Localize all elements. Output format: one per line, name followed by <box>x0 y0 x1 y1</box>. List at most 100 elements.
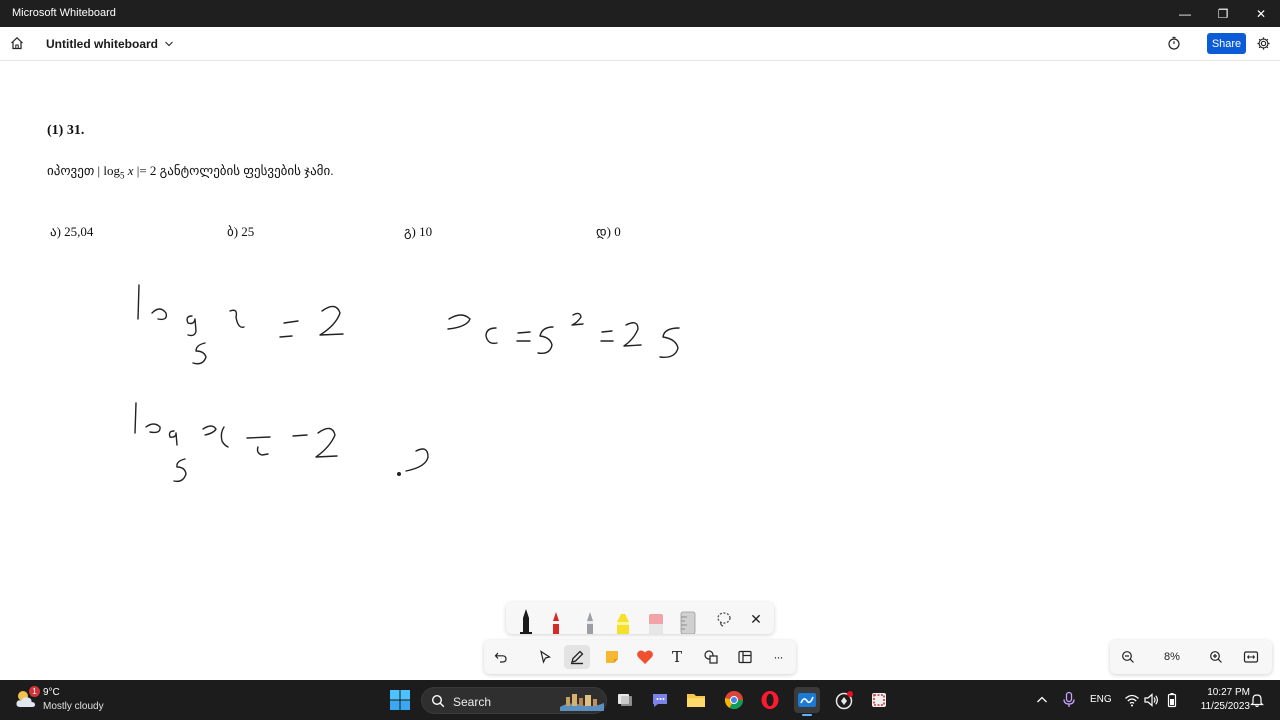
ink-stroke <box>623 322 642 347</box>
more-options-button[interactable]: ··· <box>765 645 791 669</box>
red-pen-tool[interactable] <box>542 604 570 634</box>
ink-stroke <box>319 305 344 336</box>
sticky-note-button[interactable] <box>599 645 625 669</box>
close-palette-button[interactable]: ✕ <box>742 604 770 634</box>
taskbar-whiteboard[interactable] <box>794 687 820 716</box>
ink-stroke <box>246 436 271 439</box>
ink-stroke <box>283 320 299 324</box>
text-tool-button[interactable]: T <box>664 645 690 669</box>
ink-stroke <box>173 458 187 483</box>
taskbar-search[interactable]: Search <box>421 687 607 714</box>
minimize-button[interactable]: — <box>1166 0 1204 27</box>
fit-to-screen-button[interactable] <box>1240 647 1262 667</box>
blue-pen-tool[interactable] <box>576 604 604 634</box>
clock-time[interactable]: 10:27 PM <box>1194 687 1250 698</box>
taskbar-chrome[interactable] <box>721 687 747 713</box>
battery-icon[interactable] <box>1164 692 1180 708</box>
ink-stroke <box>192 342 207 365</box>
ink-stroke <box>601 330 613 333</box>
fit-screen-icon <box>1243 651 1259 663</box>
weather-temperature[interactable]: 9°C <box>43 687 60 698</box>
black-pen-icon <box>520 609 532 634</box>
taskbar-file-explorer[interactable] <box>683 687 709 713</box>
maximize-button[interactable]: ❐ <box>1204 0 1242 27</box>
ink-stroke <box>229 309 245 328</box>
pen-tool-button[interactable] <box>564 645 590 669</box>
shapes-icon <box>704 650 718 664</box>
taskbar-screen-recorder[interactable] <box>831 687 857 713</box>
chat-icon <box>653 694 667 707</box>
ruler-tool[interactable] <box>674 604 702 634</box>
clock-date[interactable]: 11/25/2023 <box>1186 701 1250 712</box>
undo-icon <box>494 652 507 663</box>
taskbar-teams-chat[interactable] <box>647 687 673 713</box>
task-view-icon <box>618 694 632 706</box>
lasso-select-tool[interactable] <box>710 604 738 634</box>
search-icon <box>431 694 445 708</box>
share-button[interactable]: Share <box>1207 33 1246 54</box>
pen-icon <box>571 650 584 665</box>
select-tool-button[interactable] <box>532 645 558 669</box>
black-pen-tool[interactable] <box>512 604 540 634</box>
eraser-tool[interactable] <box>642 604 670 634</box>
app-title: Microsoft Whiteboard <box>12 7 116 19</box>
ink-strokes <box>134 284 680 483</box>
zoom-in-button[interactable] <box>1206 647 1226 667</box>
wifi-icon[interactable] <box>1124 692 1140 708</box>
close-window-button[interactable]: ✕ <box>1242 0 1280 27</box>
pointer-icon <box>540 650 551 664</box>
ink-stroke <box>202 425 217 436</box>
tray-overflow-chevron-icon[interactable] <box>1034 692 1050 708</box>
recorder-icon <box>835 691 853 710</box>
pen-palette: ✕ <box>506 602 774 634</box>
highlighter-icon <box>617 614 629 634</box>
search-label: Search <box>453 695 492 709</box>
windows-start-icon[interactable] <box>389 689 411 711</box>
main-toolbar: T ··· <box>484 640 796 674</box>
undo-button[interactable] <box>488 645 514 669</box>
taskbar-opera[interactable] <box>757 687 783 713</box>
timer-icon <box>1168 36 1180 50</box>
opera-icon <box>761 691 779 709</box>
ink-stroke <box>256 446 269 456</box>
ink-stroke <box>659 327 680 358</box>
chevron-down-icon <box>165 41 173 47</box>
taskbar-snipping-tool[interactable] <box>866 687 892 713</box>
board-title[interactable]: Untitled whiteboard <box>46 37 158 51</box>
ink-stroke <box>145 423 161 434</box>
ink-stroke <box>151 308 168 321</box>
input-language[interactable]: ENG <box>1090 694 1112 705</box>
ink-stroke <box>186 315 197 337</box>
whiteboard-canvas[interactable]: (1) 31. იპოვეთ | log5 x |= 2 განტოლების … <box>0 61 1280 680</box>
home-button[interactable] <box>6 32 28 54</box>
ink-stroke <box>292 434 308 437</box>
shapes-button[interactable] <box>698 645 724 669</box>
zoom-out-button[interactable] <box>1118 647 1138 667</box>
reactions-button[interactable] <box>632 645 658 669</box>
highlighter-tool[interactable] <box>609 604 637 634</box>
zoom-out-icon <box>1122 651 1134 663</box>
home-icon <box>11 36 23 50</box>
ink-stroke <box>220 426 229 448</box>
microphone-icon[interactable] <box>1061 691 1077 709</box>
heart-icon <box>637 650 653 664</box>
gear-icon <box>1256 36 1270 50</box>
zoom-level[interactable]: 8% <box>1160 651 1184 663</box>
title-bar: Microsoft Whiteboard — ❐ ✕ <box>0 0 1280 27</box>
settings-button[interactable] <box>1253 33 1273 53</box>
folder-icon <box>687 694 705 707</box>
ink-stroke <box>134 402 137 434</box>
weather-description[interactable]: Mostly cloudy <box>43 701 104 712</box>
templates-icon <box>738 650 752 664</box>
templates-button[interactable] <box>732 645 758 669</box>
volume-icon[interactable] <box>1143 692 1159 708</box>
weather-notification-badge: 1 <box>29 686 40 697</box>
taskbar-task-view[interactable] <box>612 687 638 713</box>
blue-pen-icon <box>587 612 593 634</box>
ink-stroke <box>137 284 140 320</box>
lasso-icon <box>717 612 731 627</box>
timer-button[interactable] <box>1164 33 1184 53</box>
ink-stroke <box>517 331 531 334</box>
notifications-bell-icon[interactable] <box>1249 692 1265 708</box>
title-menu-button[interactable] <box>162 37 176 51</box>
